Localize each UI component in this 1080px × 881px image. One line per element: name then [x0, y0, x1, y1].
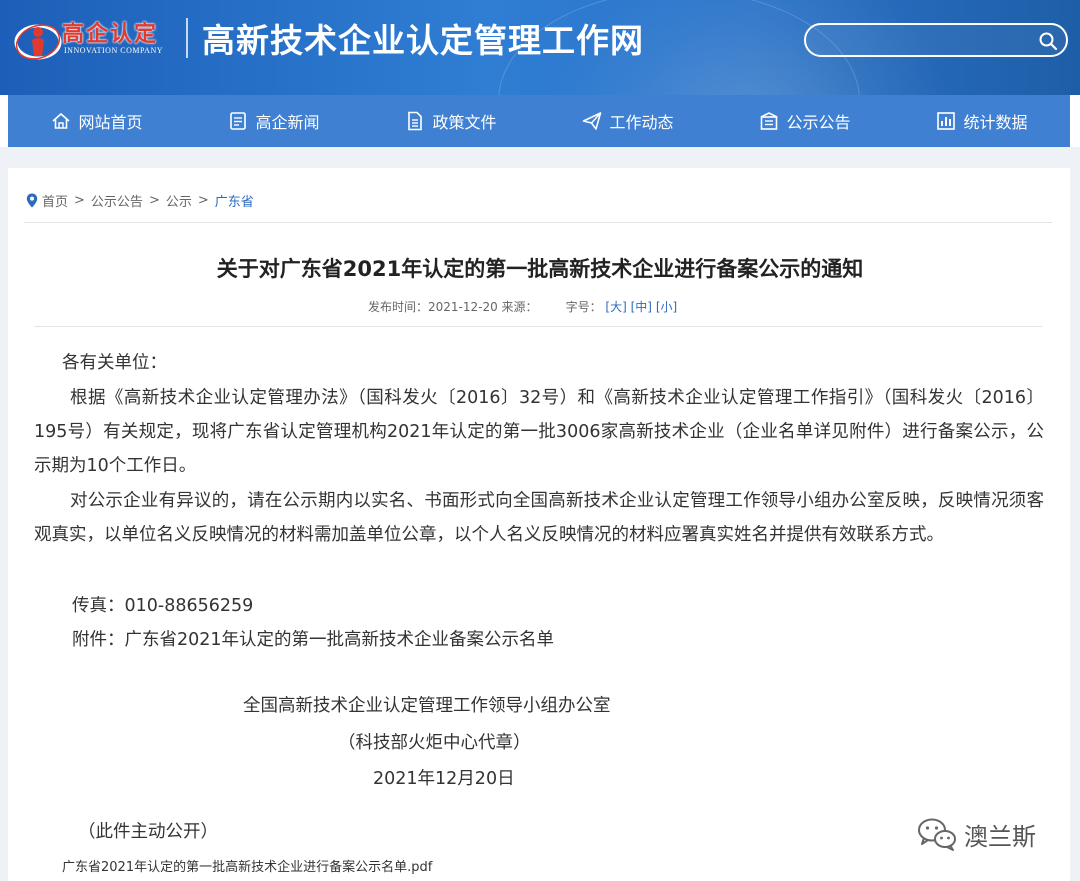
article-paragraph: 根据《高新技术企业认定管理办法》（国科发火〔2016〕32号）和《高新技术企业认…: [34, 388, 1044, 476]
article-salutation: 各有关单位：: [62, 353, 167, 373]
main-nav: 网站首页 高企新闻 政策文件 工作动态 公示公告 统计数据: [8, 95, 1070, 147]
font-size-label: 字号：: [565, 300, 602, 314]
nav-item-announcements[interactable]: 公示公告: [758, 109, 851, 133]
breadcrumb-current[interactable]: 广东省: [215, 191, 254, 210]
nav-item-news[interactable]: 高企新闻: [227, 109, 320, 133]
article-meta: 发布时间：2021-12-20 来源： 字号： [大] [中] [小]: [368, 298, 677, 315]
search-icon[interactable]: [1038, 31, 1058, 51]
divider: [24, 222, 1052, 223]
nav-item-home[interactable]: 网站首页: [50, 109, 143, 133]
nav-item-policy[interactable]: 政策文件: [404, 109, 497, 133]
header-divider: [186, 18, 188, 58]
breadcrumb-home[interactable]: 首页: [42, 191, 68, 210]
logo-mark-icon: [14, 24, 62, 60]
search-input[interactable]: [818, 29, 1032, 53]
document-icon: [408, 111, 423, 131]
announcement-icon: [761, 112, 778, 130]
signature-organization: 全国高新技术企业认定管理工作领导小组办公室: [243, 696, 611, 716]
site-logo[interactable]: 高企认定 INNOVATION COMPANY: [14, 12, 184, 62]
paper-plane-icon: [583, 112, 602, 130]
nav-label: 高企新闻: [255, 113, 320, 132]
news-icon: [230, 112, 247, 130]
bar-chart-icon: [937, 112, 956, 130]
nav-label: 网站首页: [78, 113, 143, 132]
nav-label: 公示公告: [786, 113, 851, 132]
breadcrumb-separator: >: [197, 193, 209, 208]
divider: [34, 326, 1042, 327]
signature-date: 2021年12月20日: [373, 769, 515, 789]
home-icon: [52, 112, 71, 129]
public-notice: （此件主动公开）: [78, 822, 218, 842]
site-header: 高企认定 INNOVATION COMPANY 高新技术企业认定管理工作网: [0, 0, 1080, 95]
nav-item-statistics[interactable]: 统计数据: [935, 109, 1028, 133]
nav-label: 工作动态: [609, 113, 674, 132]
nav-label: 政策文件: [432, 113, 497, 132]
font-size-small-link[interactable]: [小]: [656, 300, 677, 314]
search-box[interactable]: [804, 23, 1068, 57]
nav-item-work-updates[interactable]: 工作动态: [581, 109, 674, 133]
breadcrumb-announcements[interactable]: 公示公告: [91, 191, 143, 210]
wechat-watermark: 澳兰斯: [916, 816, 1036, 852]
logo-text: 高企认定: [62, 21, 159, 47]
breadcrumb: 首页 > 公示公告 > 公示 > 广东省: [26, 191, 254, 210]
attachment-file-link[interactable]: 广东省2021年认定的第一批高新技术企业进行备案公示名单.pdf: [62, 856, 432, 875]
article-paragraph: 对公示企业有异议的，请在公示期内以实名、书面形式向全国高新技术企业认定管理工作领…: [34, 491, 1044, 545]
watermark-text: 澳兰斯: [964, 822, 1036, 851]
logo-subtitle: INNOVATION COMPANY: [64, 46, 164, 55]
article-fax: 传真：010-88656259: [72, 596, 254, 616]
article-title: 关于对广东省2021年认定的第一批高新技术企业进行备案公示的通知: [216, 257, 864, 281]
publish-info: 发布时间：2021-12-20 来源：: [368, 300, 538, 314]
location-pin-icon: [26, 193, 38, 208]
article-attachment-line: 附件：广东省2021年认定的第一批高新技术企业备案公示名单: [72, 630, 555, 650]
font-size-large-link[interactable]: [大]: [605, 300, 626, 314]
nav-label: 统计数据: [963, 113, 1028, 132]
breadcrumb-separator: >: [74, 193, 85, 208]
font-size-medium-link[interactable]: [中]: [631, 300, 652, 314]
site-title: 高新技术企业认定管理工作网: [202, 21, 644, 60]
breadcrumb-notice[interactable]: 公示: [166, 191, 192, 210]
signature-seal-note: （科技部火炬中心代章）: [338, 733, 531, 753]
wechat-icon: [918, 818, 956, 851]
breadcrumb-separator: >: [148, 193, 160, 208]
